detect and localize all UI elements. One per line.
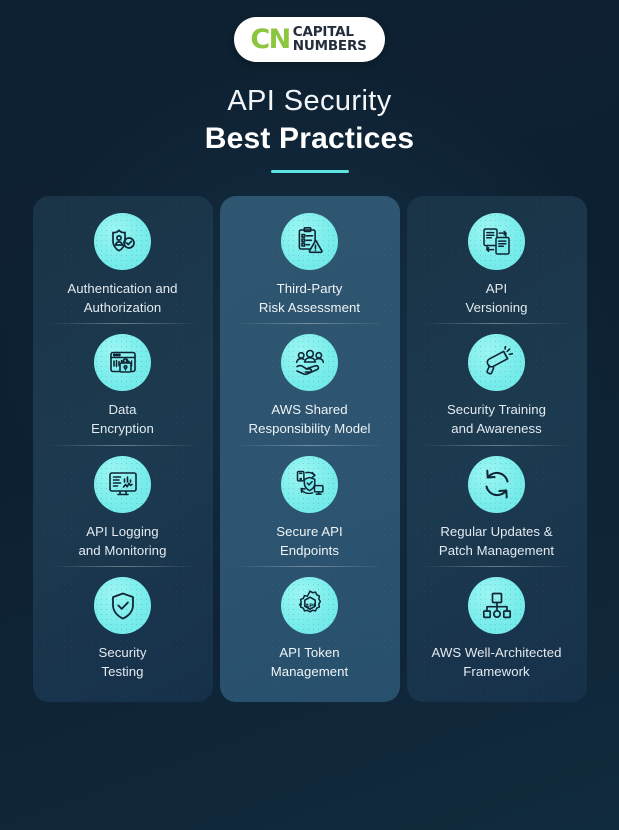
practice-label: Secure API Endpoints <box>276 523 343 558</box>
practice-item[interactable]: AWS Shared Responsibility Model <box>230 323 390 444</box>
logo-pill: CN CAPITAL NUMBERS <box>234 17 385 62</box>
documents-sync-icon <box>468 212 525 270</box>
practice-item[interactable]: AWS Well-Architected Framework <box>417 566 577 687</box>
svg-text:API: API <box>304 603 314 609</box>
page-title: API Security Best Practices <box>0 84 619 173</box>
practice-label: Authentication and Authorization <box>67 280 178 315</box>
infographic-poster: CN CAPITAL NUMBERS API Security Best Pra… <box>0 0 619 830</box>
practice-item[interactable]: Security Training and Awareness <box>417 323 577 444</box>
practice-label: Regular Updates & Patch Management <box>438 523 555 558</box>
practice-label: Security Testing <box>98 645 147 680</box>
devices-shield-sync-icon <box>281 455 338 513</box>
practice-label: API Token Management <box>270 645 349 680</box>
gear-api-icon: API <box>281 577 338 635</box>
practice-item[interactable]: Secure API Endpoints <box>230 444 390 566</box>
practice-item[interactable]: Third-Party Risk Assessment <box>230 212 390 323</box>
practice-label: Third-Party Risk Assessment <box>258 280 361 315</box>
logo-mark: CN <box>250 24 291 55</box>
logo-word-line2: NUMBERS <box>292 37 367 54</box>
practice-item[interactable]: API Versioning <box>417 212 577 323</box>
clipboard-warning-icon <box>281 212 338 270</box>
practice-item[interactable]: API Logging and Monitoring <box>43 444 203 566</box>
practice-columns: Authentication and Authorization Data En… <box>0 195 619 702</box>
monitor-analytics-icon <box>94 455 151 513</box>
column-2: Third-Party Risk Assessment AWS Shared R… <box>219 195 400 702</box>
shield-user-check-icon <box>94 212 151 270</box>
refresh-cycle-icon <box>468 455 525 513</box>
title-underline-accent <box>270 169 349 173</box>
practice-label: Data Encryption <box>91 402 154 437</box>
people-hand-icon <box>281 334 338 392</box>
sitemap-hierarchy-icon <box>468 577 525 635</box>
megaphone-icon <box>468 334 525 392</box>
practice-item[interactable]: Security Testing <box>43 566 203 687</box>
practice-label: AWS Shared Responsibility Model <box>248 402 371 437</box>
practice-label: Security Training and Awareness <box>446 402 547 437</box>
practice-label: API Versioning <box>465 280 528 315</box>
column-3: API Versioning Security Training and Awa… <box>406 195 587 702</box>
practice-label: AWS Well-Architected Framework <box>431 645 562 680</box>
title-line-2: Best Practices <box>204 122 415 156</box>
practice-item[interactable]: Regular Updates & Patch Management <box>417 444 577 566</box>
shield-check-icon <box>94 577 151 635</box>
brand-logo: CN CAPITAL NUMBERS <box>234 17 385 62</box>
logo-wordmark: CAPITAL NUMBERS <box>292 25 367 54</box>
practice-label: API Logging and Monitoring <box>78 523 167 558</box>
practice-item[interactable]: Data Encryption <box>43 323 203 444</box>
column-1: Authentication and Authorization Data En… <box>32 195 213 702</box>
title-line-1: API Security <box>227 85 392 117</box>
practice-item[interactable]: Authentication and Authorization <box>43 212 203 323</box>
browser-lock-icon <box>94 334 151 392</box>
practice-item[interactable]: API API Token Management <box>230 566 390 687</box>
